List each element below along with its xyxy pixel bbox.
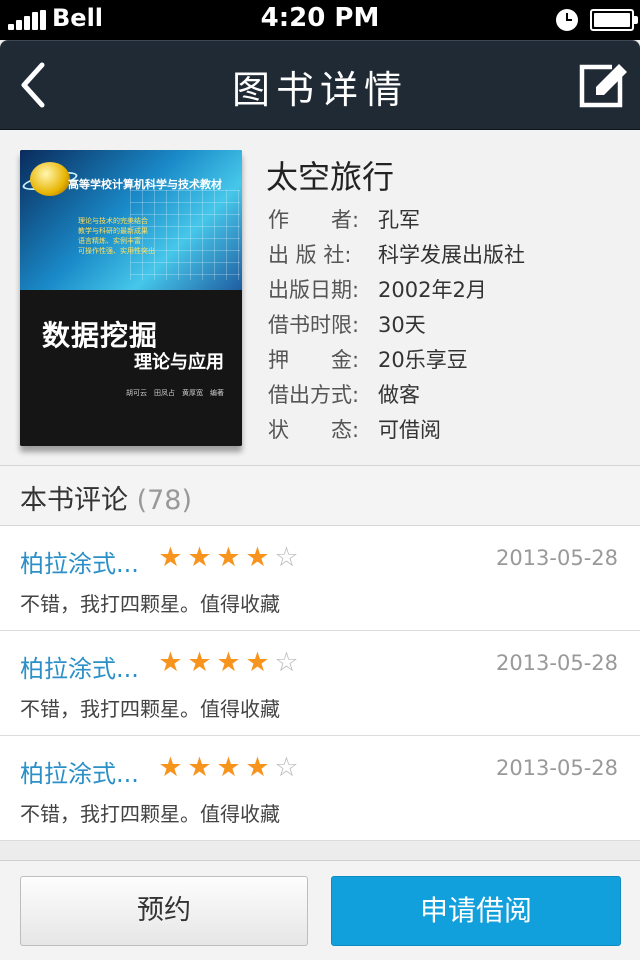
cover-subtitle: 理论与应用 [134,352,224,373]
detail-publisher: 出 版 社: 科学发展出版社 [268,239,525,269]
cover-bullet: 语言精炼、实例丰富 [78,237,141,245]
star-filled-icon: ★ [216,647,241,678]
detail-lend-mode: 借出方式: 做客 [268,379,420,409]
cover-authors: 胡可云 田凤占 黄厚宽 编著 [126,389,224,397]
detail-loan-period: 借书时限: 30天 [268,309,426,339]
star-filled-icon: ★ [158,647,183,678]
cover-bullet: 理论与技术的完美结合 [78,217,148,225]
detail-value: 2002年2月 [378,278,487,302]
status-time: 4:20 PM [260,3,380,33]
page-title: 图书详情 [231,68,408,112]
comment-list: 柏拉涂式... ★ ★ ★ ★ ☆ 2013-05-28 不错，我打四颗星。值得收藏 柏… [0,526,640,841]
star-filled-icon: ★ [158,752,183,783]
alarm-icon [556,9,578,31]
book-cover[interactable]: 高等学校计算机科学与技术教材 理论与技术的完美结合 教学与科研的最新成果 语言精… [20,150,242,446]
comment-date: 2013-05-28 [495,651,618,675]
navigation-bar: 图书详情 [0,40,640,130]
rating-stars: ★ ★ ★ ★ ☆ [156,542,301,574]
detail-label: 押 金: [268,348,360,372]
status-bar: Bell 4:20 PM [0,0,640,40]
request-borrow-button[interactable]: 申请借阅 [331,876,621,946]
star-empty-icon: ☆ [274,647,299,678]
star-filled-icon: ★ [245,542,270,573]
detail-author: 作 者: 孔军 [268,204,420,234]
star-filled-icon: ★ [245,647,270,678]
rating-stars: ★ ★ ★ ★ ☆ [156,647,301,679]
comments-title: 本书评论 (78) [20,478,192,517]
comment-text: 不错，我打四颗星。值得收藏 [20,802,280,826]
star-filled-icon: ★ [245,752,270,783]
edit-icon [579,64,627,108]
edit-button[interactable] [572,55,632,115]
cover-bullet: 教学与科研的最新成果 [78,227,148,235]
detail-label: 出版日期: [268,278,360,302]
comment-text: 不错，我打四颗星。值得收藏 [20,592,280,616]
comment-date: 2013-05-28 [495,546,618,570]
comment-item[interactable]: 柏拉涂式... ★ ★ ★ ★ ☆ 2013-05-28 不错，我打四颗星。值得收藏 [0,526,640,631]
detail-label: 借书时限: [268,313,360,337]
detail-value: 做客 [378,383,420,407]
detail-label: 借出方式: [268,383,360,407]
commenter-name-link[interactable]: 柏拉涂式... [20,649,139,684]
star-filled-icon: ★ [216,542,241,573]
star-filled-icon: ★ [187,542,212,573]
detail-label: 出 版 社: [268,243,352,267]
commenter-name-link[interactable]: 柏拉涂式... [20,544,139,579]
detail-label: 作 者: [268,208,360,232]
cover-bullet: 可操作性强、实用性突出 [78,247,155,255]
comment-date: 2013-05-28 [495,756,618,780]
star-filled-icon: ★ [158,542,183,573]
detail-label: 状 态: [268,418,360,442]
detail-value: 30天 [378,313,426,337]
book-info-section: 高等学校计算机科学与技术教材 理论与技术的完美结合 教学与科研的最新成果 语言精… [0,130,640,466]
reserve-button[interactable]: 预约 [20,876,308,946]
commenter-name-link[interactable]: 柏拉涂式... [20,754,139,789]
star-filled-icon: ★ [216,752,241,783]
star-filled-icon: ★ [187,647,212,678]
cover-bullets: 理论与技术的完美结合 教学与科研的最新成果 语言精炼、实例丰富 可操作性强、实用… [78,216,155,256]
battery-icon [590,9,638,31]
cover-planet-icon [30,162,70,196]
detail-value: 孔军 [378,208,420,232]
comments-title-text: 本书评论 [20,485,128,516]
detail-status: 状 态: 可借阅 [268,414,441,444]
cover-series-text: 高等学校计算机科学与技术教材 [68,178,222,191]
star-filled-icon: ★ [187,752,212,783]
detail-value: 20乐享豆 [378,348,468,372]
book-title: 太空旅行 [266,158,395,196]
rating-stars: ★ ★ ★ ★ ☆ [156,752,301,784]
star-empty-icon: ☆ [274,752,299,783]
comment-item[interactable]: 柏拉涂式... ★ ★ ★ ★ ☆ 2013-05-28 不错，我打四颗星。值得收藏 [0,631,640,736]
detail-publish-date: 出版日期: 2002年2月 [268,274,487,304]
comment-item[interactable]: 柏拉涂式... ★ ★ ★ ★ ☆ 2013-05-28 不错，我打四颗星。值得收藏 [0,736,640,841]
comments-count: (78) [136,485,193,516]
detail-deposit: 押 金: 20乐享豆 [268,344,468,374]
comments-header: 本书评论 (78) [0,466,640,526]
detail-value: 可借阅 [378,418,441,442]
comment-text: 不错，我打四颗星。值得收藏 [20,697,280,721]
detail-value: 科学发展出版社 [378,243,525,267]
bottom-action-bar: 预约 申请借阅 [0,860,640,960]
star-empty-icon: ☆ [274,542,299,573]
